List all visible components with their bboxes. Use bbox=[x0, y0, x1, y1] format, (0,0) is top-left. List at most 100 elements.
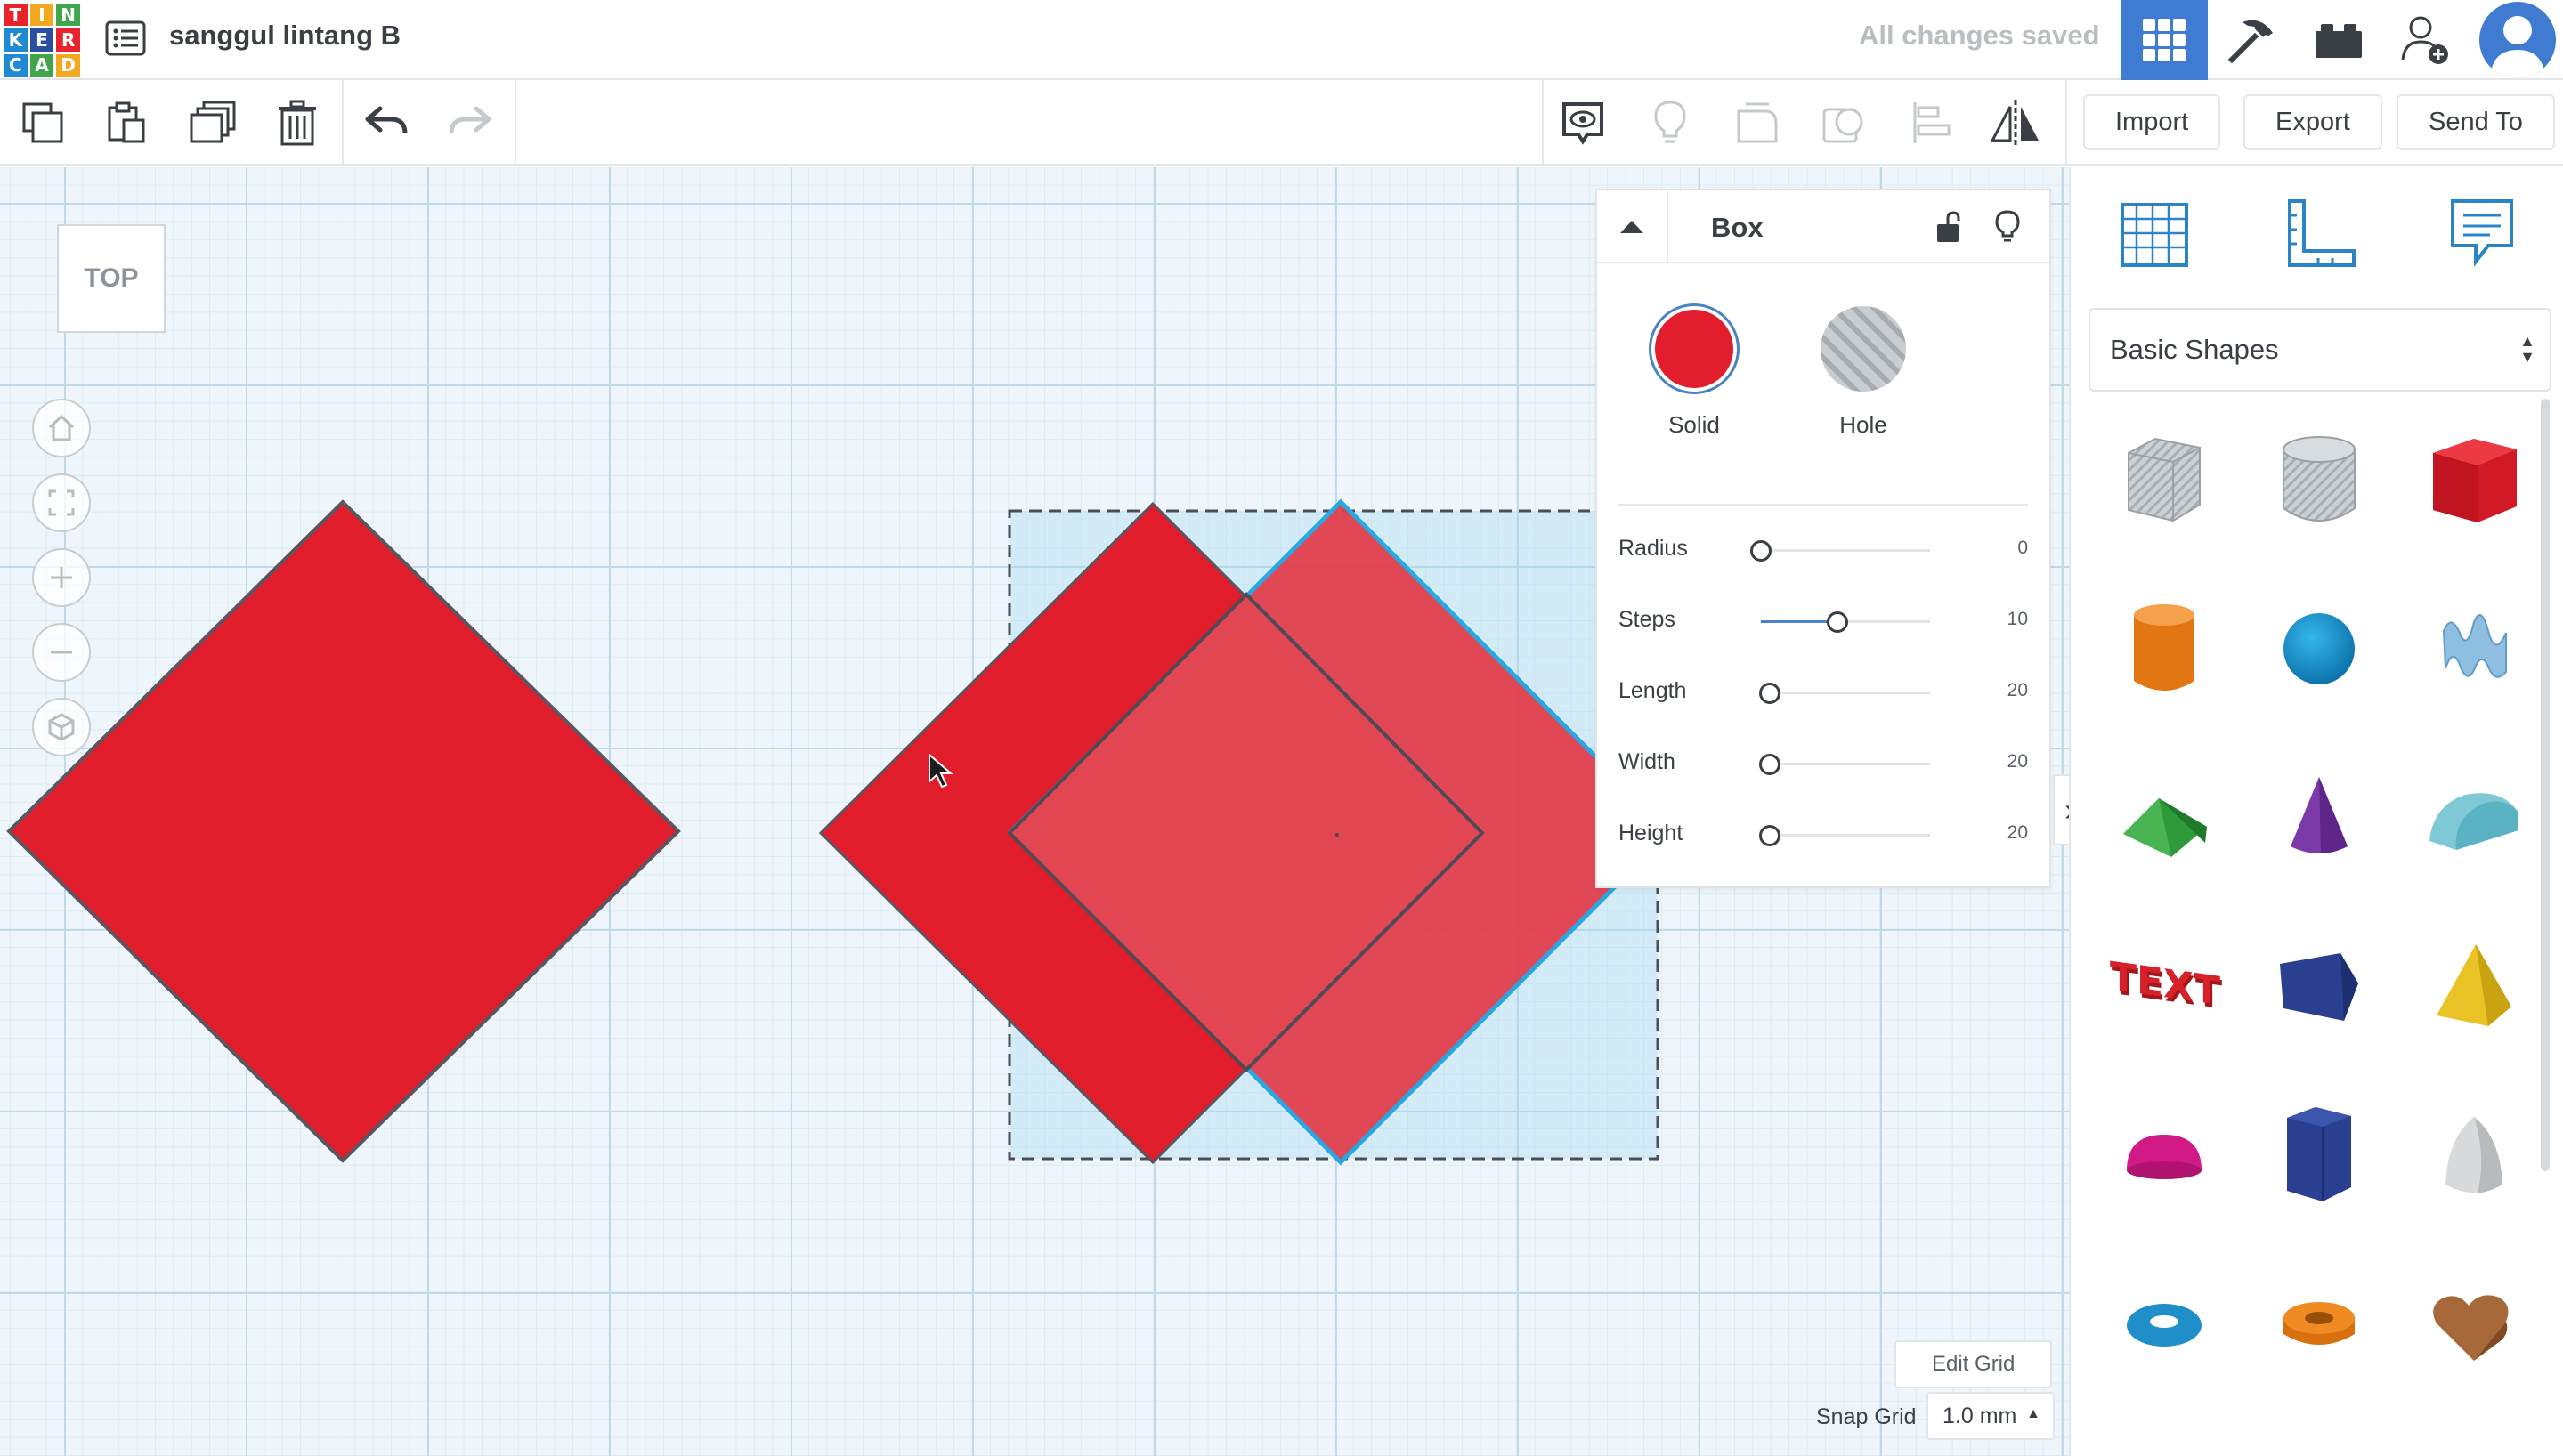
shape-library-select[interactable]: Basic Shapes ▲ ▼ bbox=[2089, 308, 2551, 392]
invite-user-button[interactable] bbox=[2382, 0, 2470, 80]
slider-knob[interactable] bbox=[1758, 825, 1780, 846]
property-slider-radius[interactable] bbox=[1750, 540, 1930, 562]
hide-button[interactable] bbox=[1643, 96, 1697, 150]
heart-shape[interactable] bbox=[2407, 1258, 2541, 1392]
cone-shape[interactable] bbox=[2252, 751, 2386, 885]
perspective-toggle-button[interactable] bbox=[32, 698, 91, 756]
fit-view-button[interactable] bbox=[32, 473, 91, 532]
duplicate-button[interactable] bbox=[187, 96, 240, 150]
hole-label: Hole bbox=[1839, 411, 1887, 438]
property-slider-length[interactable] bbox=[1758, 683, 1930, 704]
logo-letter: T bbox=[4, 4, 28, 27]
export-button[interactable]: Export bbox=[2243, 94, 2382, 150]
home-icon bbox=[48, 414, 75, 441]
view-cube-top[interactable]: TOP bbox=[57, 224, 166, 333]
property-value: 0 bbox=[2017, 538, 2028, 558]
minus-icon bbox=[51, 651, 72, 654]
property-value: 10 bbox=[2007, 609, 2028, 629]
home-view-button[interactable] bbox=[32, 399, 91, 457]
show-all-button[interactable] bbox=[1556, 96, 1610, 150]
paste-button[interactable] bbox=[100, 96, 153, 150]
redo-button[interactable] bbox=[443, 96, 497, 150]
half-sphere-shape[interactable] bbox=[2097, 1089, 2231, 1223]
mirror-button[interactable] bbox=[1989, 96, 2042, 150]
blue-sphere-icon bbox=[2283, 613, 2355, 684]
paraboloid-shape[interactable] bbox=[2407, 1089, 2541, 1223]
lock-button[interactable] bbox=[1926, 205, 1971, 249]
design-list-button[interactable] bbox=[103, 16, 148, 61]
delete-button[interactable] bbox=[271, 96, 324, 150]
hexagonal-prism-shape[interactable] bbox=[2252, 1089, 2386, 1223]
box-shape-left[interactable] bbox=[6, 499, 681, 1163]
snap-grid-select[interactable]: 1.0 mm ▲ bbox=[1926, 1392, 2055, 1440]
hole-button[interactable]: Hole bbox=[1814, 306, 1912, 439]
tube-shape[interactable] bbox=[2252, 1258, 2386, 1392]
roof-shape[interactable] bbox=[2097, 751, 2231, 885]
panel-scrollbar[interactable] bbox=[2541, 399, 2550, 1171]
user-avatar-button[interactable] bbox=[2471, 0, 2563, 80]
logo-letter: R bbox=[56, 28, 80, 52]
send-to-button[interactable]: Send To bbox=[2397, 94, 2555, 150]
box-shape[interactable] bbox=[2407, 413, 2541, 546]
box-hole-shape[interactable] bbox=[2097, 413, 2231, 546]
slider-knob[interactable] bbox=[1758, 754, 1780, 775]
design-title[interactable]: sanggul lintang B bbox=[169, 20, 401, 52]
solid-button[interactable]: Solid bbox=[1645, 306, 1743, 439]
ruler-icon bbox=[2288, 199, 2356, 267]
pyramid-shape[interactable] bbox=[2407, 920, 2541, 1054]
zoom-in-button[interactable] bbox=[32, 548, 91, 607]
sphere-shape[interactable] bbox=[2252, 582, 2386, 716]
updown-caret-icon: ▲ ▼ bbox=[2519, 332, 2535, 366]
import-button[interactable]: Import bbox=[2083, 94, 2221, 150]
round-roof-shape[interactable] bbox=[2407, 751, 2541, 885]
orange-tube-icon bbox=[2283, 1302, 2355, 1345]
3d-design-view-button[interactable] bbox=[2121, 0, 2208, 80]
property-slider-width[interactable] bbox=[1758, 754, 1930, 775]
slider-knob[interactable] bbox=[1826, 611, 1848, 633]
text-shape[interactable]: TEXT TEXT bbox=[2097, 920, 2231, 1054]
slider-fill bbox=[1761, 620, 1837, 623]
copy-icon bbox=[22, 102, 63, 143]
yellow-pyramid-icon bbox=[2437, 944, 2511, 1026]
property-slider-steps[interactable] bbox=[1761, 611, 1930, 633]
slider-knob[interactable] bbox=[1758, 683, 1780, 704]
torus-shape[interactable] bbox=[2097, 1258, 2231, 1392]
green-roof-icon bbox=[2123, 798, 2207, 857]
grid-3d-view-icon bbox=[2143, 19, 2186, 61]
undo-button[interactable] bbox=[360, 96, 413, 150]
inspector-collapse-button[interactable] bbox=[1597, 190, 1668, 263]
workplane-tab[interactable] bbox=[2110, 189, 2199, 278]
shape-inspector: Box Solid Hole Radius 0 Steps 10 Length … bbox=[1595, 189, 2051, 888]
cylinder-shape[interactable] bbox=[2097, 582, 2231, 716]
scribble-shape[interactable] bbox=[2407, 582, 2541, 716]
copy-button[interactable] bbox=[16, 96, 69, 150]
lightbulb-icon bbox=[1995, 210, 2020, 242]
inspector-header: Box bbox=[1597, 190, 2049, 263]
polygon-shape[interactable] bbox=[2252, 920, 2386, 1054]
toolbar: Import Export Send To bbox=[0, 80, 2563, 166]
ungroup-button[interactable] bbox=[1818, 96, 1871, 150]
add-user-icon bbox=[2401, 16, 2448, 64]
bricks-view-button[interactable] bbox=[2295, 0, 2382, 80]
build-view-button[interactable] bbox=[2208, 0, 2295, 80]
shapes-panel: Basic Shapes ▲ ▼ TEXT TEXT bbox=[2069, 167, 2563, 1456]
slider-knob[interactable] bbox=[1750, 540, 1772, 562]
inspector-title: Box bbox=[1711, 212, 1764, 243]
hide-shape-button[interactable] bbox=[1985, 205, 2030, 249]
notes-tab[interactable] bbox=[2437, 189, 2527, 278]
edit-grid-button[interactable]: Edit Grid bbox=[1894, 1340, 2053, 1388]
property-slider-height[interactable] bbox=[1758, 825, 1930, 846]
align-icon bbox=[1913, 102, 1951, 143]
ruler-tab[interactable] bbox=[2275, 189, 2364, 278]
group-button[interactable] bbox=[1731, 96, 1784, 150]
cylinder-hole-shape[interactable] bbox=[2252, 413, 2386, 546]
cylinder-hole-icon bbox=[2283, 436, 2356, 522]
zoom-out-button[interactable] bbox=[32, 623, 91, 682]
list-icon bbox=[105, 20, 146, 56]
ungroup-icon bbox=[1822, 108, 1863, 143]
align-button[interactable] bbox=[1905, 96, 1959, 150]
blue-torus-icon bbox=[2127, 1304, 2202, 1347]
toolbar-divider bbox=[515, 80, 516, 164]
note-speech-icon bbox=[2451, 199, 2513, 267]
tinkercad-logo[interactable]: T I N K E R C A D bbox=[4, 4, 80, 77]
